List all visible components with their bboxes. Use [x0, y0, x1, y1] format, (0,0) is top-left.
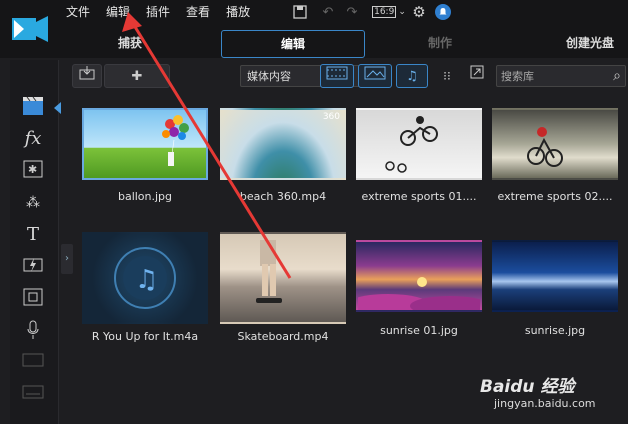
image-icon: [364, 66, 386, 80]
grid-dots-icon: ⁝⁝: [443, 69, 451, 83]
pip-objects-icon[interactable]: ✱: [20, 160, 46, 182]
media-name: beach 360.mp4: [239, 190, 327, 203]
particle-icon[interactable]: ⁂: [20, 192, 46, 214]
menu-file[interactable]: 文件: [58, 0, 98, 24]
media-item[interactable]: extreme sports 01....: [356, 108, 482, 203]
filter-video-button[interactable]: [320, 64, 354, 88]
search-placeholder: 搜索库: [501, 70, 534, 83]
chevron-right-icon: ›: [65, 253, 69, 264]
media-thumbnail: ♫: [82, 232, 208, 324]
chapter-icon[interactable]: [20, 352, 46, 374]
media-name: extreme sports 01....: [361, 190, 477, 203]
expand-panel-button[interactable]: ›: [61, 244, 73, 274]
view-options-button[interactable]: ⁝⁝: [434, 64, 460, 88]
tab-create-disc[interactable]: 创建光盘: [552, 30, 628, 56]
expand-icon: [470, 65, 484, 79]
import-icon: [79, 66, 95, 80]
menu-bar: 文件 编辑 插件 查看 播放: [58, 0, 258, 24]
media-room-icon[interactable]: [20, 96, 46, 118]
watermark-url: jingyan.baidu.com: [494, 397, 596, 410]
tab-capture[interactable]: 捕获: [100, 30, 160, 56]
media-filter-dropdown[interactable]: 媒体内容 ⌄: [240, 65, 376, 87]
menu-plugins[interactable]: 插件: [138, 0, 178, 24]
library-search-input[interactable]: 搜索库 ⌕: [496, 65, 626, 87]
top-bar: 文件 编辑 插件 查看 播放 ↶ ↷ 16:9 ⌄ ⚙ 捕获 编辑 制作 创建光盘: [0, 0, 628, 58]
audio-mixer-icon[interactable]: [20, 288, 46, 310]
video-360-badge: 360: [322, 112, 340, 122]
undo-icon[interactable]: ↶: [320, 4, 336, 20]
library-toolbar: ✚ 媒体内容 ⌄ ♫ ⁝⁝ 搜索库 ⌕: [64, 62, 628, 92]
redo-icon[interactable]: ↷: [344, 4, 360, 20]
media-thumbnail: [492, 108, 618, 180]
media-name: sunrise.jpg: [524, 324, 586, 337]
plugins-button[interactable]: ✚: [104, 64, 170, 88]
film-icon: [326, 66, 348, 80]
expand-library-button[interactable]: [464, 64, 490, 88]
media-thumbnail: [492, 240, 618, 312]
menu-edit[interactable]: 编辑: [98, 0, 138, 24]
media-item[interactable]: ballon.jpg: [82, 108, 208, 203]
filter-audio-button[interactable]: ♫: [396, 64, 428, 88]
subtitle-icon[interactable]: [20, 384, 46, 406]
mode-tabs: 捕获 编辑 制作 创建光盘: [0, 30, 628, 58]
media-item[interactable]: 360 beach 360.mp4: [220, 108, 346, 203]
media-thumbnail: [356, 108, 482, 180]
media-thumbnail: [356, 240, 482, 312]
fx-icon[interactable]: fx: [20, 128, 46, 150]
media-filter-value: 媒体内容: [247, 70, 291, 83]
puzzle-icon: ✚: [131, 69, 143, 84]
aspect-ratio-selector[interactable]: 16:9 ⌄: [372, 4, 406, 20]
media-thumbnail: [220, 232, 346, 324]
active-room-indicator: [54, 102, 61, 114]
media-name: Skateboard.mp4: [237, 330, 329, 343]
chevron-down-icon: ⌄: [398, 7, 406, 17]
media-item[interactable]: sunrise 01.jpg: [356, 240, 482, 337]
save-icon[interactable]: [292, 4, 308, 20]
tab-produce[interactable]: 制作: [410, 30, 470, 56]
baidu-watermark: Baidu 经验 jingyan.baidu.com: [480, 372, 626, 422]
import-media-button[interactable]: [72, 64, 102, 88]
media-name: R You Up for It.m4a: [91, 330, 199, 343]
media-item[interactable]: Skateboard.mp4: [220, 232, 346, 343]
music-note-icon: ♫: [406, 69, 418, 84]
svg-text:✱: ✱: [28, 163, 37, 176]
filter-image-button[interactable]: [358, 64, 392, 88]
media-thumbnail: 360: [220, 108, 346, 180]
menu-play[interactable]: 播放: [218, 0, 258, 24]
media-item[interactable]: extreme sports 02....: [492, 108, 618, 203]
menu-view[interactable]: 查看: [178, 0, 218, 24]
title-icon[interactable]: T: [20, 224, 46, 246]
media-name: extreme sports 02....: [497, 190, 613, 203]
microphone-icon[interactable]: [20, 320, 46, 342]
svg-text:♫: ♫: [135, 265, 158, 295]
media-thumbnail: [82, 108, 208, 180]
search-icon[interactable]: ⌕: [613, 65, 621, 87]
tab-edit[interactable]: 编辑: [221, 30, 365, 58]
watermark-main: Baidu 经验: [480, 377, 575, 397]
transition-icon[interactable]: [20, 256, 46, 278]
gear-icon[interactable]: ⚙: [410, 3, 428, 21]
aspect-ratio-label: 16:9: [372, 6, 397, 18]
media-item[interactable]: sunrise.jpg: [492, 240, 618, 337]
room-sidebar: fx ✱ ⁂ T: [10, 60, 61, 424]
media-name: ballon.jpg: [117, 190, 173, 203]
media-item[interactable]: ♫ R You Up for It.m4a: [82, 232, 208, 343]
notification-bell-icon[interactable]: [434, 4, 452, 20]
media-name: sunrise 01.jpg: [380, 324, 458, 337]
